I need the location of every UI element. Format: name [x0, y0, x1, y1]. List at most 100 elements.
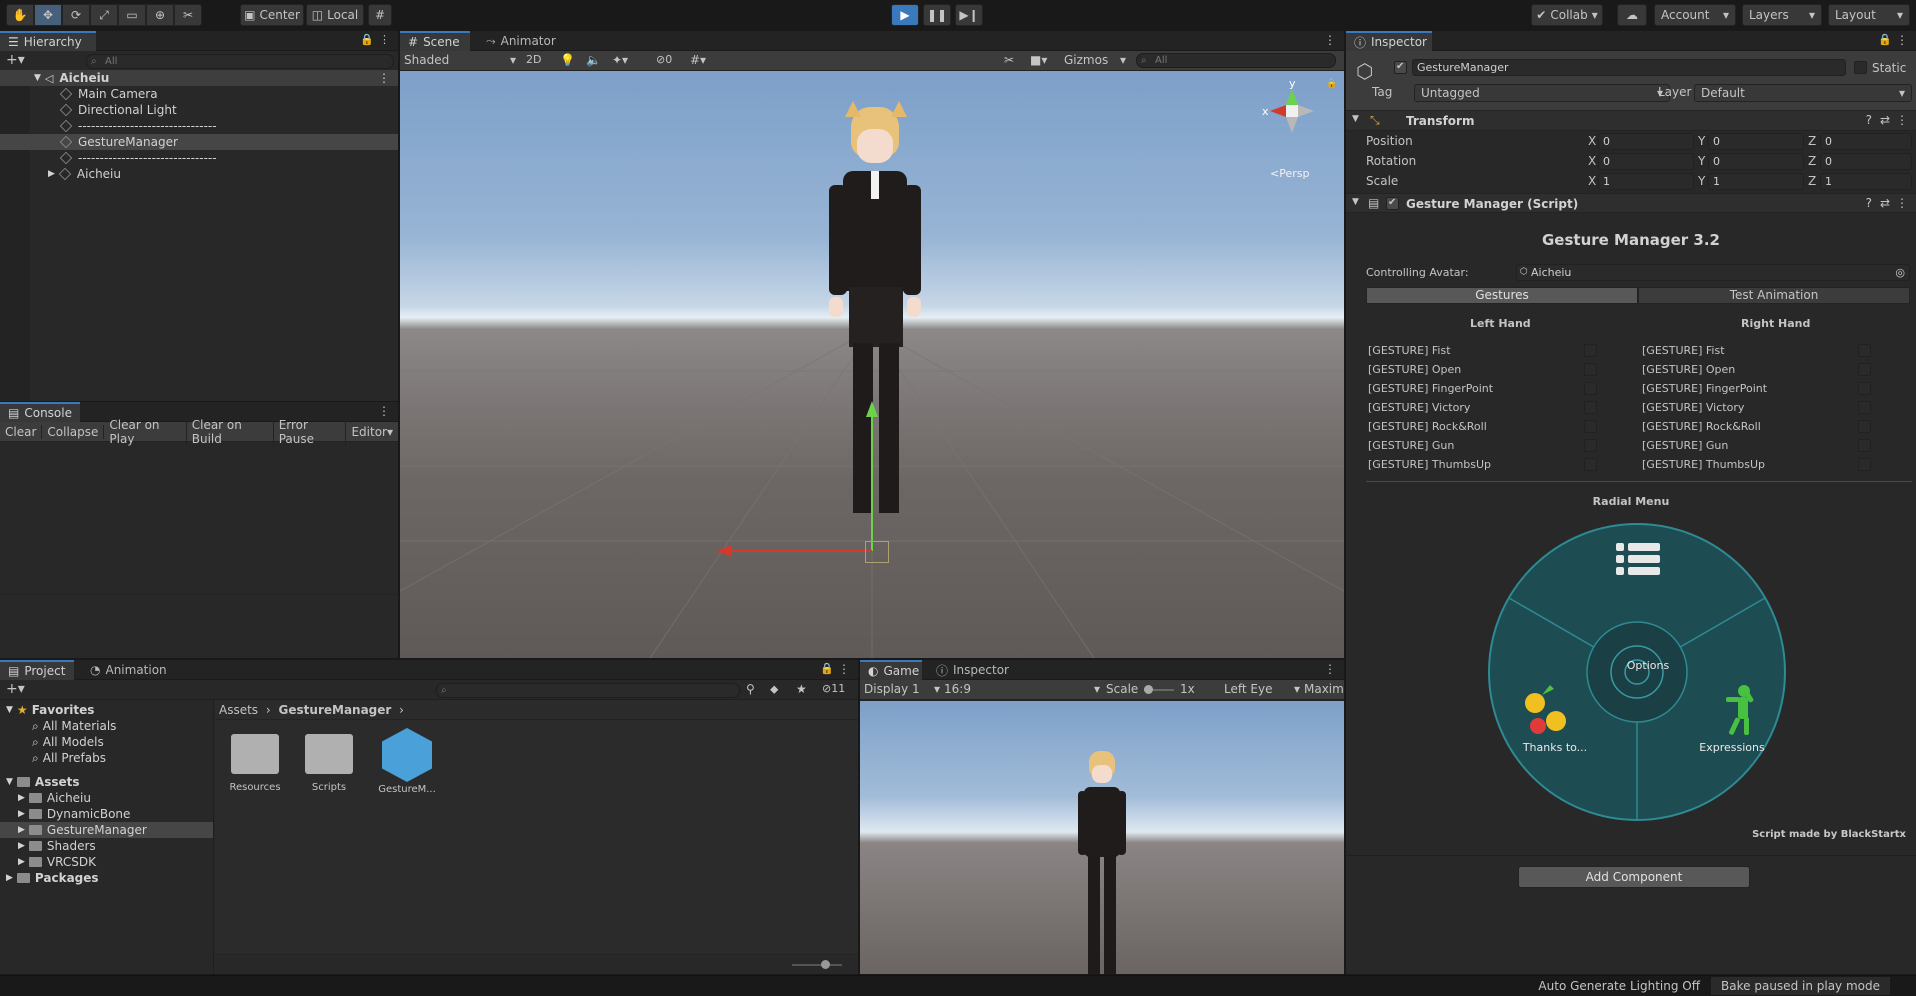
- asset-tile[interactable]: GestureM...: [377, 728, 437, 795]
- filter-type-icon[interactable]: ⚲: [746, 682, 755, 696]
- left-gesture-checkbox[interactable]: [1584, 439, 1597, 452]
- lighting-icon[interactable]: 💡: [560, 53, 575, 67]
- scale-z-field[interactable]: 1: [1820, 173, 1912, 190]
- hierarchy-item[interactable]: --------------------------------: [0, 118, 398, 134]
- left-gesture-checkbox[interactable]: [1584, 344, 1597, 357]
- step-button[interactable]: ▶❙: [955, 4, 983, 26]
- error-pause-button[interactable]: Error Pause: [274, 417, 347, 446]
- lock-icon[interactable]: 🔒: [360, 33, 374, 46]
- perspective-label[interactable]: <Persp: [1270, 167, 1309, 180]
- game-viewport[interactable]: [860, 701, 1344, 974]
- gizmo-x-cone[interactable]: [1270, 105, 1286, 117]
- asset-folder[interactable]: ▶ Aicheiu: [0, 790, 213, 806]
- layers-dropdown[interactable]: Layers ▾: [1742, 4, 1822, 26]
- target-icon[interactable]: ◎: [1895, 265, 1905, 280]
- effects-icon[interactable]: ✦▾: [612, 53, 628, 67]
- controlling-avatar-field[interactable]: ⬡ Aicheiu ◎: [1516, 264, 1910, 281]
- gestures-tab[interactable]: Gestures: [1366, 287, 1638, 304]
- 2d-toggle[interactable]: 2D: [526, 53, 541, 66]
- test-animation-tab[interactable]: Test Animation: [1638, 287, 1910, 304]
- tab-project[interactable]: ▤ Project: [0, 660, 74, 680]
- favorite-item[interactable]: ⌕ All Materials: [0, 718, 213, 734]
- shading-dropdown[interactable]: Shaded ▾: [404, 53, 516, 67]
- scene-search-input[interactable]: ⌕ All: [1136, 53, 1336, 68]
- audio-icon[interactable]: 🔈: [586, 53, 601, 67]
- camera-icon[interactable]: ■▾: [1030, 53, 1047, 67]
- scene-viewport[interactable]: x y 🔒 <Persp: [400, 71, 1344, 658]
- lighting-status[interactable]: Auto Generate Lighting Off: [1538, 979, 1700, 993]
- clear-button[interactable]: Clear: [0, 424, 43, 439]
- gizmo-center-cube[interactable]: [1286, 105, 1298, 117]
- more-options-icon[interactable]: ⋮: [1896, 196, 1908, 210]
- radial-inner-ring[interactable]: [1586, 621, 1688, 723]
- preset-icon[interactable]: ⇄: [1880, 113, 1890, 127]
- more-options-icon[interactable]: ⋮: [378, 404, 390, 418]
- asset-folder-selected[interactable]: ▶ GestureManager: [0, 822, 213, 838]
- avatar-figure[interactable]: [825, 101, 925, 567]
- scale-x-field[interactable]: 1: [1598, 173, 1694, 190]
- hierarchy-item[interactable]: --------------------------------: [0, 150, 398, 166]
- radial-menu[interactable]: [1486, 521, 1788, 823]
- hierarchy-item-selected[interactable]: GestureManager: [0, 134, 398, 150]
- left-gesture-checkbox[interactable]: [1584, 363, 1597, 376]
- orientation-gizmo[interactable]: x y 🔒: [1256, 77, 1337, 147]
- asset-folder[interactable]: ▶ VRCSDK: [0, 854, 213, 870]
- favorites-header[interactable]: ▼ ★ Favorites: [0, 702, 213, 718]
- gizmo-x-axis[interactable]: [730, 550, 872, 552]
- asset-tile[interactable]: Scripts: [303, 734, 355, 793]
- more-options-icon[interactable]: ⋮: [1324, 662, 1336, 676]
- editor-dropdown[interactable]: Editor▾: [346, 425, 398, 439]
- tag-dropdown[interactable]: Untagged ▾: [1414, 84, 1670, 102]
- right-gesture-checkbox[interactable]: [1858, 382, 1871, 395]
- right-gesture-checkbox[interactable]: [1858, 439, 1871, 452]
- more-options-icon[interactable]: ⋮: [378, 71, 390, 85]
- tab-game[interactable]: ◐ Game: [860, 660, 922, 680]
- left-gesture-checkbox[interactable]: [1584, 401, 1597, 414]
- transform-tool-icon[interactable]: ⊕: [146, 4, 174, 26]
- breadcrumb-assets[interactable]: Assets: [219, 703, 258, 717]
- more-options-icon[interactable]: ⋮: [379, 33, 390, 46]
- move-tool-icon[interactable]: ✥: [34, 4, 62, 26]
- right-gesture-checkbox[interactable]: [1858, 458, 1871, 471]
- gizmo-x-arrow[interactable]: [716, 545, 732, 557]
- lock-icon[interactable]: 🔒: [1878, 33, 1892, 46]
- active-checkbox[interactable]: ✔: [1394, 61, 1407, 74]
- tab-animation[interactable]: ◔ Animation: [82, 660, 178, 680]
- rotation-y-field[interactable]: 0: [1708, 153, 1804, 170]
- gizmo-neg-y-cone[interactable]: [1286, 117, 1298, 133]
- hierarchy-item[interactable]: Main Camera: [0, 86, 398, 102]
- gizmo-plane-handle[interactable]: [865, 541, 889, 563]
- position-y-field[interactable]: 0: [1708, 133, 1804, 150]
- right-gesture-checkbox[interactable]: [1858, 363, 1871, 376]
- tab-console[interactable]: ▤ Console: [0, 402, 80, 422]
- help-icon[interactable]: ?: [1866, 196, 1872, 210]
- asset-folder[interactable]: ▶ Shaders: [0, 838, 213, 854]
- display-dropdown[interactable]: Display 1 ▾: [864, 682, 940, 696]
- rotation-z-field[interactable]: 0: [1820, 153, 1912, 170]
- script-header[interactable]: ▼ ▤ ✔ Gesture Manager (Script) ? ⇄ ⋮: [1346, 193, 1916, 213]
- collab-button[interactable]: ✔ Collab ▾: [1531, 4, 1603, 26]
- pivot-local-button[interactable]: ◫ Local: [306, 4, 364, 26]
- collapse-button[interactable]: Collapse: [42, 424, 105, 439]
- object-name-field[interactable]: GestureManager: [1412, 59, 1846, 76]
- help-icon[interactable]: ?: [1866, 113, 1872, 127]
- breadcrumb-current[interactable]: GestureManager: [279, 703, 392, 717]
- add-component-button[interactable]: Add Component: [1518, 866, 1750, 888]
- scene-row[interactable]: ▼ ◁ Aicheiu ⋮: [0, 70, 398, 86]
- grid-toggle-icon[interactable]: #▾: [690, 53, 706, 67]
- asset-tile[interactable]: Resources: [229, 734, 281, 793]
- more-options-icon[interactable]: ⋮: [1896, 33, 1908, 47]
- gizmo-y-axis[interactable]: [871, 411, 873, 551]
- hidden-objects-toggle[interactable]: ⊘0: [656, 53, 672, 66]
- tab-inspector[interactable]: ⓘ Inspector: [928, 660, 1014, 680]
- gizmo-neg-x-cone[interactable]: [1298, 105, 1314, 117]
- tab-scene[interactable]: # Scene: [400, 31, 470, 51]
- icon-size-slider[interactable]: [792, 964, 842, 966]
- add-icon[interactable]: +▾: [6, 681, 25, 697]
- filter-label-icon[interactable]: ⬥: [770, 682, 778, 697]
- layer-dropdown[interactable]: Default ▾: [1694, 84, 1912, 102]
- custom-tool-icon[interactable]: ✂: [174, 4, 202, 26]
- bake-status[interactable]: Bake paused in play mode: [1711, 977, 1890, 995]
- more-options-icon[interactable]: ⋮: [838, 662, 850, 676]
- hidden-packages-toggle[interactable]: ⊘11: [822, 682, 845, 695]
